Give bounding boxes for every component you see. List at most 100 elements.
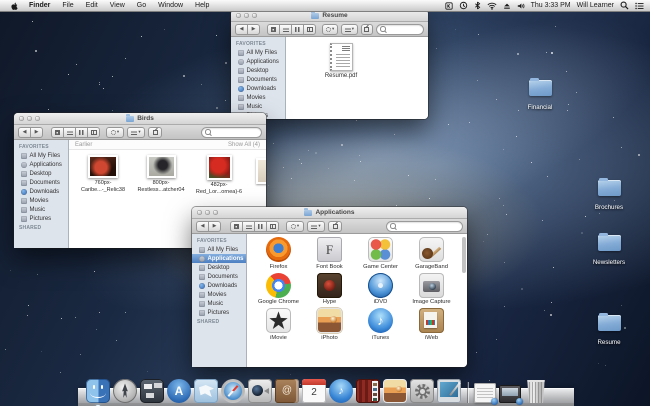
action-menu-button[interactable]: ▾ <box>106 127 124 138</box>
sidebar-item-movies[interactable]: Movies <box>192 290 246 299</box>
coverflow-view-button[interactable] <box>266 221 279 232</box>
close-button[interactable] <box>19 116 24 121</box>
sidebar-item-all-my-files[interactable]: All My Files <box>231 48 285 57</box>
desktop-icon-brochures[interactable]: Brochures <box>585 180 633 214</box>
sidebar-item-music[interactable]: Music <box>192 299 246 308</box>
desktop-icon-financial[interactable]: Financial <box>516 80 564 114</box>
menu-item-window[interactable]: Window <box>152 0 189 11</box>
file-bird-3[interactable]: 482px-Red_Lor...ornea)-6 <box>195 155 243 196</box>
file-bird-4-partial[interactable] <box>256 158 266 184</box>
file-bird-1[interactable]: 760px-Caribe...-_Relic38 <box>79 155 127 196</box>
sidebar-item-movies[interactable]: Movies <box>14 196 68 205</box>
dock-minimized-window-light[interactable] <box>474 383 496 403</box>
dock-facetime-icon[interactable] <box>248 379 272 403</box>
app-hype[interactable]: Hype <box>304 273 355 306</box>
minimize-button[interactable] <box>205 210 210 215</box>
dock-app-store-icon[interactable]: A <box>167 379 191 403</box>
arrange-menu-button[interactable]: ▾ <box>127 127 145 138</box>
sidebar-item-applications-selected[interactable]: Applications <box>192 254 246 263</box>
notification-center-icon[interactable] <box>635 2 644 10</box>
spotlight-icon[interactable] <box>620 1 629 10</box>
menu-item-help[interactable]: Help <box>189 0 215 11</box>
dock-calendar-icon[interactable]: 2 <box>302 379 326 403</box>
search-field[interactable] <box>376 24 424 35</box>
apple-icon[interactable] <box>6 1 23 11</box>
search-field[interactable] <box>386 221 463 232</box>
dock-system-preferences-icon[interactable] <box>410 379 434 403</box>
sidebar-item-desktop[interactable]: Desktop <box>231 66 285 75</box>
sidebar-item-all-my-files[interactable]: All My Files <box>14 151 68 160</box>
dock-iphoto-icon[interactable] <box>383 379 407 403</box>
back-button[interactable]: ◀ <box>235 24 247 35</box>
sidebar-item-downloads[interactable]: Downloads <box>231 84 285 93</box>
minimize-button[interactable] <box>27 116 32 121</box>
dock-photo-booth-icon[interactable] <box>356 379 380 403</box>
list-view-button[interactable] <box>63 127 75 138</box>
app-imovie[interactable]: iMovie <box>253 308 304 341</box>
close-button[interactable] <box>197 210 202 215</box>
sidebar-item-applications[interactable]: Applications <box>231 57 285 66</box>
back-button[interactable]: ◀ <box>196 221 208 232</box>
desktop-icon-resume[interactable]: Resume <box>585 315 633 349</box>
app-idvd[interactable]: iDVD <box>355 273 406 306</box>
file-bird-2[interactable]: 800px-Restless...atcher04 <box>137 155 185 196</box>
sidebar-item-downloads[interactable]: Downloads <box>14 187 68 196</box>
wifi-icon[interactable] <box>487 2 497 10</box>
app-firefox[interactable]: Firefox <box>253 237 304 270</box>
app-iphoto[interactable]: iPhoto <box>304 308 355 341</box>
dock-itunes-icon[interactable]: ♪ <box>329 379 353 403</box>
menu-item-finder[interactable]: Finder <box>23 0 56 11</box>
menu-item-view[interactable]: View <box>104 0 131 11</box>
title-bar[interactable]: Applications <box>192 207 467 219</box>
sidebar-item-pictures[interactable]: Pictures <box>14 214 68 223</box>
dock-minimized-window-dark[interactable] <box>499 385 521 403</box>
show-all-link[interactable]: Show All (4) <box>228 142 260 148</box>
app-font-book[interactable]: FFont Book <box>304 237 355 270</box>
file-resume-pdf[interactable]: Resume.pdf <box>312 43 370 79</box>
vertical-scrollbar[interactable] <box>462 237 466 273</box>
sidebar-item-downloads[interactable]: Downloads <box>192 281 246 290</box>
forward-button[interactable]: ▶ <box>247 24 260 35</box>
menu-bar-user[interactable]: Will Learner <box>577 2 614 9</box>
eject-icon[interactable] <box>503 2 511 10</box>
dock-safari-icon[interactable] <box>221 379 245 403</box>
icon-view-button[interactable] <box>267 24 279 35</box>
sidebar-item-documents[interactable]: Documents <box>192 272 246 281</box>
menu-item-go[interactable]: Go <box>131 0 152 11</box>
desktop-icon-newsletters[interactable]: Newsletters <box>585 235 633 269</box>
sidebar-item-movies[interactable]: Movies <box>231 93 285 102</box>
app-garageband[interactable]: GarageBand <box>406 237 457 270</box>
dock-finder-icon[interactable] <box>86 379 110 403</box>
action-menu-button[interactable]: ▾ <box>322 24 338 35</box>
app-itunes[interactable]: ♪iTunes <box>355 308 406 341</box>
arrange-menu-button[interactable]: ▾ <box>307 221 325 232</box>
icon-view-button[interactable] <box>51 127 63 138</box>
zoom-button[interactable] <box>252 13 257 18</box>
dock-launchpad-icon[interactable] <box>113 379 137 403</box>
sidebar-item-desktop[interactable]: Desktop <box>192 263 246 272</box>
minimize-button[interactable] <box>244 13 249 18</box>
app-grid-area[interactable]: Firefox FFont Book Game Center GarageBan… <box>247 234 467 367</box>
zoom-button[interactable] <box>35 116 40 121</box>
input-source-icon[interactable] <box>445 2 453 10</box>
coverflow-view-button[interactable] <box>303 24 316 35</box>
sidebar-item-pictures[interactable]: Pictures <box>192 308 246 317</box>
list-view-button[interactable] <box>242 221 254 232</box>
dock-mail-icon[interactable] <box>194 379 218 403</box>
column-view-button[interactable] <box>75 127 87 138</box>
app-iweb[interactable]: iWeb <box>406 308 457 341</box>
zoom-button[interactable] <box>213 210 218 215</box>
volume-icon[interactable] <box>517 2 525 10</box>
forward-button[interactable]: ▶ <box>30 127 43 138</box>
share-button[interactable] <box>148 127 162 138</box>
share-button[interactable] <box>328 221 342 232</box>
sidebar-item-music[interactable]: Music <box>231 102 285 111</box>
column-view-button[interactable] <box>291 24 303 35</box>
dock-contacts-icon[interactable]: @ <box>275 379 299 403</box>
sidebar-item-music[interactable]: Music <box>14 205 68 214</box>
sidebar-item-applications[interactable]: Applications <box>14 160 68 169</box>
sidebar-item-all-my-files[interactable]: All My Files <box>192 245 246 254</box>
search-field[interactable] <box>201 127 262 138</box>
icon-view-button[interactable] <box>230 221 242 232</box>
dock-mission-control-icon[interactable] <box>140 379 164 403</box>
